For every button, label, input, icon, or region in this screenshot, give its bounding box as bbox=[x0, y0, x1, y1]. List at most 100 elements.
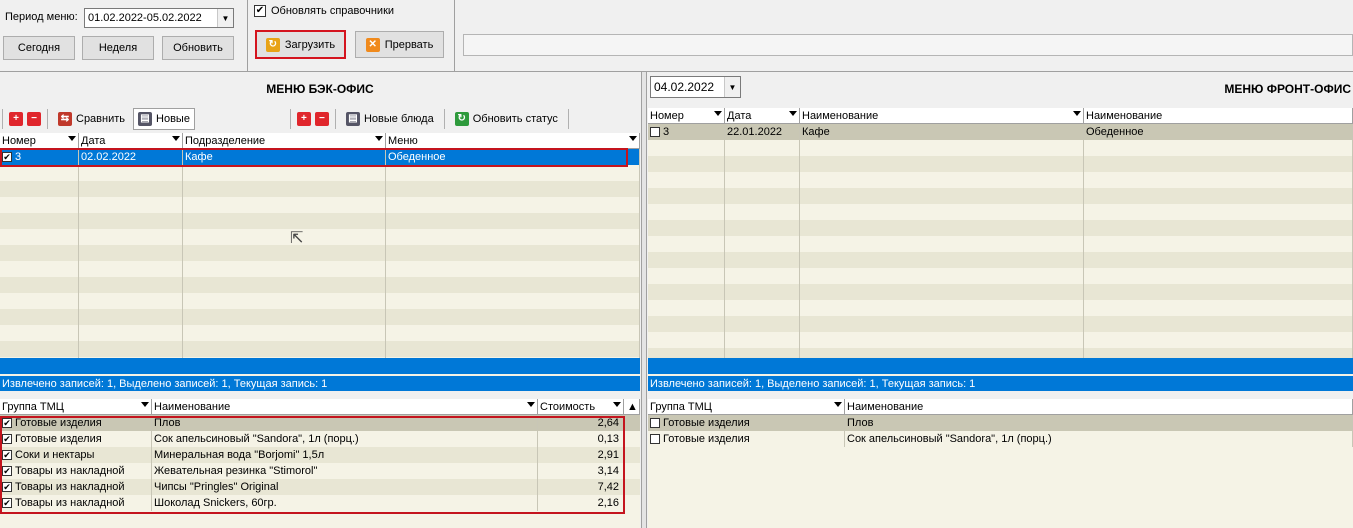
empty-table-row bbox=[648, 268, 1353, 284]
refresh-button[interactable]: Обновить bbox=[162, 36, 234, 60]
empty-cell bbox=[725, 316, 800, 332]
empty-cell bbox=[183, 261, 386, 277]
empty-cell bbox=[800, 332, 1084, 348]
cell-number: 3 bbox=[648, 124, 725, 140]
table-row[interactable]: Готовые изделия Плов bbox=[648, 415, 1353, 431]
toolbar-separator bbox=[443, 109, 445, 129]
empty-cell bbox=[183, 293, 386, 309]
dropdown-arrow-icon[interactable] bbox=[68, 136, 76, 141]
today-button[interactable]: Сегодня bbox=[3, 36, 75, 60]
col-header-group[interactable]: Группа ТМЦ bbox=[0, 399, 152, 414]
update-refs-label: Обновлять справочники bbox=[271, 5, 395, 17]
empty-cell bbox=[725, 204, 800, 220]
col-header-date[interactable]: Дата bbox=[79, 133, 183, 148]
left-panel-title: МЕНЮ БЭК-ОФИС bbox=[266, 82, 374, 96]
col-header-label: Наименование bbox=[154, 400, 231, 413]
scroll-up-icon[interactable]: ▲ bbox=[624, 399, 640, 414]
empty-cell bbox=[0, 165, 79, 181]
dropdown-arrow-icon[interactable] bbox=[789, 111, 797, 116]
empty-cell bbox=[79, 181, 183, 197]
plus-icon[interactable]: + bbox=[296, 112, 311, 126]
empty-cell bbox=[79, 277, 183, 293]
empty-table-row bbox=[648, 236, 1353, 252]
empty-cell bbox=[725, 156, 800, 172]
empty-cell bbox=[386, 341, 640, 357]
col-header-date[interactable]: Дата bbox=[725, 108, 800, 123]
period-combobox[interactable]: 01.02.2022-05.02.2022 ▼ bbox=[84, 8, 234, 28]
dropdown-arrow-icon[interactable] bbox=[172, 136, 180, 141]
dropdown-arrow-icon[interactable] bbox=[141, 402, 149, 407]
empty-table-row bbox=[0, 309, 640, 325]
minus-icon[interactable]: − bbox=[314, 112, 329, 126]
empty-cell bbox=[183, 213, 386, 229]
dropdown-arrow-icon[interactable]: ▼ bbox=[724, 77, 740, 97]
dropdown-arrow-icon[interactable] bbox=[834, 402, 842, 407]
new-button-label: Новые bbox=[156, 113, 190, 125]
update-status-button[interactable]: ↻ Обновить статус bbox=[451, 108, 562, 130]
plus-icon[interactable]: + bbox=[9, 112, 23, 126]
vertical-splitter[interactable] bbox=[641, 72, 647, 528]
week-button[interactable]: Неделя bbox=[82, 36, 154, 60]
dropdown-arrow-icon[interactable] bbox=[1073, 111, 1081, 116]
update-refs-checkbox-row[interactable]: ✔ Обновлять справочники bbox=[254, 5, 394, 17]
empty-cell bbox=[648, 332, 725, 348]
empty-cell bbox=[800, 156, 1084, 172]
empty-cell bbox=[386, 261, 640, 277]
empty-cell bbox=[183, 277, 386, 293]
empty-cell bbox=[1084, 204, 1353, 220]
col-header-number[interactable]: Номер bbox=[0, 133, 79, 148]
col-header-name[interactable]: Наименование bbox=[152, 399, 538, 414]
dropdown-arrow-icon[interactable] bbox=[629, 136, 637, 141]
highlight-box bbox=[0, 148, 628, 167]
abort-button[interactable]: ✕ Прервать bbox=[355, 31, 444, 58]
period-value: 01.02.2022-05.02.2022 bbox=[88, 12, 202, 24]
compare-button[interactable]: ⇆ Сравнить bbox=[54, 108, 129, 130]
update-refs-checkbox[interactable]: ✔ bbox=[254, 5, 266, 17]
col-header-name[interactable]: Наименование bbox=[800, 108, 1084, 123]
empty-cell bbox=[0, 277, 79, 293]
cell-group: Готовые изделия bbox=[648, 415, 845, 431]
dropdown-arrow-icon[interactable] bbox=[527, 402, 535, 407]
empty-cell bbox=[800, 220, 1084, 236]
col-header-cost[interactable]: Стоимость bbox=[538, 399, 624, 414]
empty-cell bbox=[725, 332, 800, 348]
empty-cell bbox=[800, 204, 1084, 220]
minus-icon[interactable]: − bbox=[27, 112, 41, 126]
col-header-group[interactable]: Группа ТМЦ bbox=[648, 399, 845, 414]
load-button[interactable]: ↻ Загрузить bbox=[255, 30, 346, 59]
new-button[interactable]: ▤ Новые bbox=[133, 108, 195, 130]
detail-rows: Готовые изделия Плов Готовые изделия Сок ап… bbox=[648, 415, 1353, 447]
dropdown-arrow-icon[interactable] bbox=[714, 111, 722, 116]
compare-icon: ⇆ bbox=[58, 112, 72, 126]
col-header-number[interactable]: Номер bbox=[648, 108, 725, 123]
dropdown-arrow-icon[interactable]: ▼ bbox=[217, 9, 233, 27]
refresh-status-icon: ↻ bbox=[454, 112, 469, 126]
col-header-name[interactable]: Наименование bbox=[845, 399, 1353, 414]
empty-cell bbox=[800, 172, 1084, 188]
cell-group-value: Готовые изделия bbox=[663, 433, 750, 445]
col-header-department[interactable]: Подразделение bbox=[183, 133, 386, 148]
load-icon: ↻ bbox=[265, 37, 280, 52]
empty-table-row bbox=[648, 300, 1353, 316]
col-header-label: Наименование bbox=[1086, 109, 1163, 122]
refresh-button-label: Обновить bbox=[173, 42, 223, 54]
col-header-label: Номер bbox=[650, 109, 684, 122]
empty-table-row bbox=[0, 293, 640, 309]
front-date-combobox[interactable]: 04.02.2022 ▼ bbox=[650, 76, 741, 98]
col-header-menu[interactable]: Меню bbox=[386, 133, 640, 148]
table-row[interactable]: Готовые изделия Сок апельсиновый "Sandora… bbox=[648, 431, 1353, 447]
empty-cell bbox=[1084, 284, 1353, 300]
dropdown-arrow-icon[interactable] bbox=[613, 402, 621, 407]
empty-table-row bbox=[0, 261, 640, 277]
new-dishes-button[interactable]: ▤ Новые блюда bbox=[342, 108, 438, 130]
row-checkbox[interactable] bbox=[650, 434, 660, 444]
dropdown-arrow-icon[interactable] bbox=[375, 136, 383, 141]
empty-cell bbox=[386, 213, 640, 229]
row-checkbox[interactable] bbox=[650, 127, 660, 137]
empty-table-row bbox=[648, 220, 1353, 236]
table-row[interactable]: 3 22.01.2022 Кафе Обеденное bbox=[648, 124, 1353, 140]
empty-cell bbox=[386, 309, 640, 325]
row-checkbox[interactable] bbox=[650, 418, 660, 428]
col-header-name-2[interactable]: Наименование bbox=[1084, 108, 1353, 123]
col-header-label: Подразделение bbox=[185, 134, 266, 147]
